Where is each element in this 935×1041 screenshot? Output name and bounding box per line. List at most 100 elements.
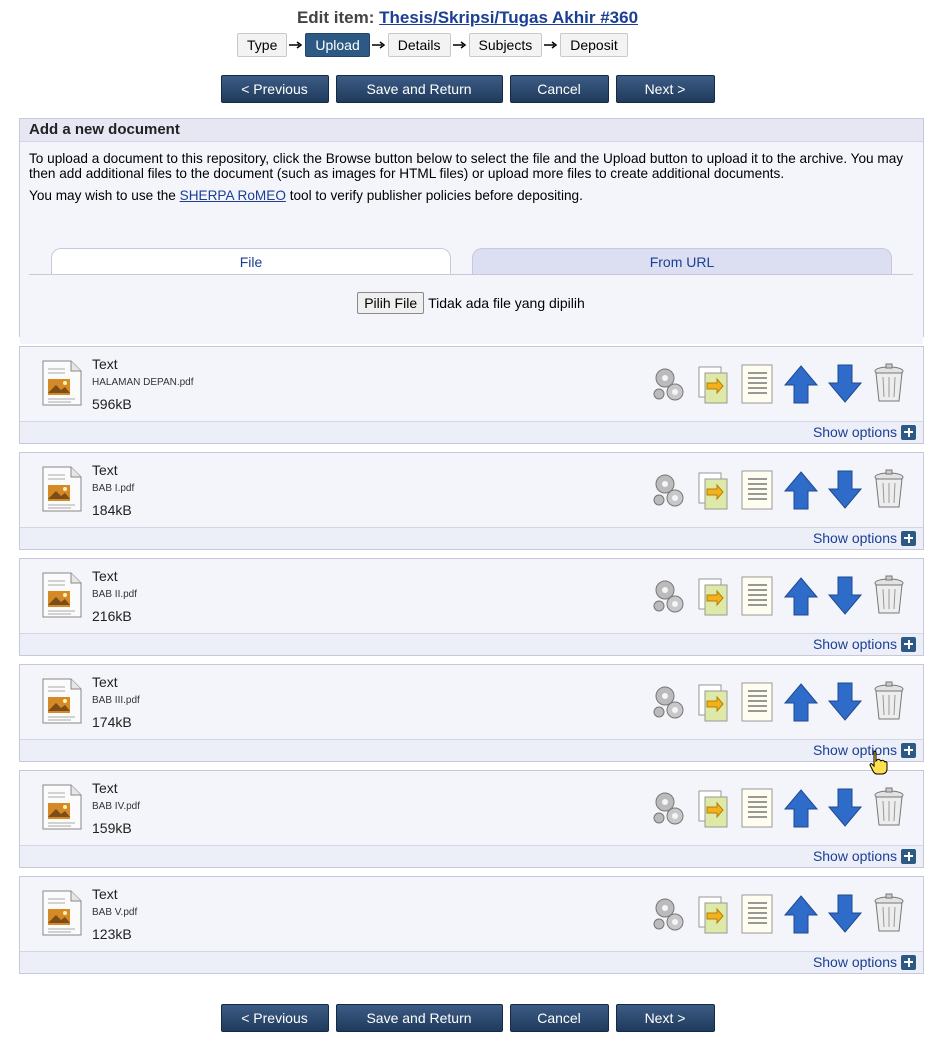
save-and-return-button[interactable]: Save and Return (335, 1004, 503, 1032)
move-up-icon[interactable] (781, 574, 821, 618)
choose-file-button[interactable]: Pilih File (357, 292, 425, 314)
plus-icon[interactable] (901, 424, 916, 440)
move-down-icon[interactable] (825, 892, 865, 936)
delete-trash-icon[interactable] (869, 680, 909, 724)
document-filename: BAB I.pdf (92, 483, 135, 494)
plus-icon[interactable] (901, 742, 916, 758)
document-type: Text (92, 674, 118, 690)
document-footer: Show options (20, 422, 923, 443)
pdf-file-icon (42, 360, 82, 406)
move-down-icon[interactable] (825, 786, 865, 830)
details-list-icon[interactable] (737, 468, 777, 512)
convert-document-icon[interactable] (693, 574, 733, 618)
move-up-icon[interactable] (781, 680, 821, 724)
arrow-right-icon (542, 34, 560, 56)
convert-document-icon[interactable] (693, 892, 733, 936)
document-footer: Show options (20, 846, 923, 867)
bottom-actions: < Previous Save and Return Cancel Next > (0, 1004, 935, 1032)
move-up-icon[interactable] (781, 892, 821, 936)
step-deposit[interactable]: Deposit (560, 33, 628, 57)
details-list-icon[interactable] (737, 786, 777, 830)
show-options-link[interactable]: Show options (813, 424, 916, 440)
step-type[interactable]: Type (237, 33, 288, 57)
delete-trash-icon[interactable] (869, 574, 909, 618)
document-summary: Text BAB V.pdf 123kB (20, 877, 923, 952)
plus-icon[interactable] (901, 954, 916, 970)
arrow-right-icon (370, 34, 388, 56)
document-options-gears-icon[interactable] (649, 468, 689, 512)
document-options-gears-icon[interactable] (649, 892, 689, 936)
move-up-icon[interactable] (781, 468, 821, 512)
previous-button[interactable]: < Previous (220, 1004, 329, 1032)
convert-document-icon[interactable] (693, 362, 733, 406)
document-footer: Show options (20, 740, 923, 761)
document-options-gears-icon[interactable] (649, 680, 689, 724)
document-summary: Text HALAMAN DEPAN.pdf 596kB (20, 347, 923, 422)
step-subjects[interactable]: Subjects (468, 33, 543, 57)
pdf-file-icon (42, 890, 82, 936)
document-type: Text (92, 886, 118, 902)
show-options-link[interactable]: Show options (813, 954, 916, 970)
move-down-icon[interactable] (825, 574, 865, 618)
move-up-icon[interactable] (781, 362, 821, 406)
show-options-link[interactable]: Show options (813, 636, 916, 652)
details-list-icon[interactable] (737, 362, 777, 406)
move-down-icon[interactable] (825, 680, 865, 724)
step-details[interactable]: Details (387, 33, 451, 57)
document-toolbar (649, 892, 909, 936)
show-options-link[interactable]: Show options (813, 530, 916, 546)
details-list-icon[interactable] (737, 574, 777, 618)
previous-button[interactable]: < Previous (220, 75, 329, 103)
document-footer: Show options (20, 952, 923, 973)
document-row: Text HALAMAN DEPAN.pdf 596kB Show options (19, 346, 924, 444)
plus-icon[interactable] (901, 530, 916, 546)
document-filename: BAB II.pdf (92, 589, 138, 600)
delete-trash-icon[interactable] (869, 362, 909, 406)
page-title: Edit item: Thesis/Skripsi/Tugas Akhir #3… (0, 8, 935, 28)
convert-document-icon[interactable] (693, 468, 733, 512)
cancel-button[interactable]: Cancel (509, 1004, 609, 1032)
save-and-return-button[interactable]: Save and Return (335, 75, 503, 103)
document-row: Text BAB V.pdf 123kB Show options (19, 876, 924, 974)
delete-trash-icon[interactable] (869, 892, 909, 936)
title-prefix: Edit item: (296, 8, 375, 27)
item-title-link[interactable]: Thesis/Skripsi/Tugas Akhir #360 (379, 8, 638, 27)
document-summary: Text BAB IV.pdf 159kB (20, 771, 923, 846)
show-options-link[interactable]: Show options (813, 742, 916, 758)
move-down-icon[interactable] (825, 468, 865, 512)
arrow-right-icon (287, 34, 305, 56)
page: Edit item: Thesis/Skripsi/Tugas Akhir #3… (0, 0, 935, 1041)
plus-icon[interactable] (901, 636, 916, 652)
show-options-label: Show options (812, 636, 897, 652)
document-options-gears-icon[interactable] (649, 574, 689, 618)
step-upload[interactable]: Upload (305, 33, 370, 57)
show-options-link[interactable]: Show options (813, 848, 916, 864)
next-button[interactable]: Next > (615, 1004, 715, 1032)
document-options-gears-icon[interactable] (649, 362, 689, 406)
document-size: 184kB (92, 502, 132, 518)
details-list-icon[interactable] (737, 680, 777, 724)
convert-document-icon[interactable] (693, 680, 733, 724)
pdf-file-icon (42, 784, 82, 830)
sherpa-romeo-link[interactable]: SHERPA RoMEO (180, 188, 286, 203)
tab-from-url[interactable]: From URL (472, 248, 892, 275)
arrow-right-icon (451, 34, 469, 56)
delete-trash-icon[interactable] (869, 786, 909, 830)
sherpa-note: You may wish to use the SHERPA RoMEO too… (29, 188, 583, 203)
move-up-icon[interactable] (781, 786, 821, 830)
document-size: 596kB (92, 396, 132, 412)
file-upload-zone: Pilih File Tidak ada file yang dipilih (29, 274, 913, 333)
delete-trash-icon[interactable] (869, 468, 909, 512)
convert-document-icon[interactable] (693, 786, 733, 830)
next-button[interactable]: Next > (615, 75, 715, 103)
document-options-gears-icon[interactable] (649, 786, 689, 830)
hand-cursor-icon (869, 750, 888, 775)
document-type: Text (92, 356, 118, 372)
document-size: 159kB (92, 820, 132, 836)
cancel-button[interactable]: Cancel (509, 75, 609, 103)
plus-icon[interactable] (901, 848, 916, 864)
tab-file[interactable]: File (51, 248, 451, 275)
details-list-icon[interactable] (737, 892, 777, 936)
move-down-icon[interactable] (825, 362, 865, 406)
document-row: Text BAB IV.pdf 159kB Show options (19, 770, 924, 868)
